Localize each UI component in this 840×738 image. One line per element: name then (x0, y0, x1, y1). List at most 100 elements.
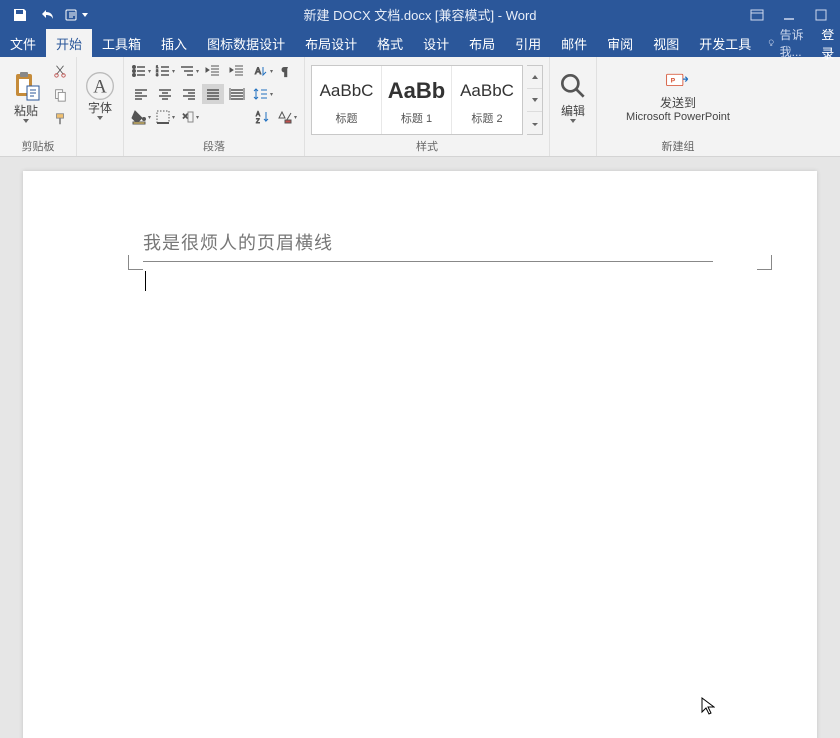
shading-button[interactable]: ▾ (130, 107, 152, 127)
tab-review[interactable]: 审阅 (597, 29, 643, 57)
svg-text:A: A (256, 112, 260, 118)
sort-button[interactable]: AZ (252, 107, 274, 127)
ribbon: 粘贴 剪贴板 A 字体 (0, 57, 840, 157)
editing-label: 编辑 (561, 102, 585, 119)
send-to-powerpoint-button[interactable]: P 发送到 Microsoft PowerPoint (603, 61, 753, 131)
page[interactable]: 我是很烦人的页眉横线 (23, 171, 817, 738)
style-item-heading1[interactable]: AaBb 标题 1 (382, 66, 452, 134)
show-marks-button[interactable]: ¶ (276, 61, 298, 81)
header-underline (143, 261, 713, 262)
group-newgroup: P 发送到 Microsoft PowerPoint 新建组 (597, 57, 759, 156)
multilevel-list-button[interactable]: ▾ (178, 61, 200, 81)
numbering-button[interactable]: 123▾ (154, 61, 176, 81)
minimize-button[interactable] (774, 3, 804, 27)
group-paragraph-label: 段落 (130, 138, 298, 154)
group-newgroup-label: 新建组 (603, 138, 753, 154)
group-paragraph: ▾ 123▾ ▾ ▾ ▾ ✕▾ (124, 57, 305, 156)
svg-text:Z: Z (256, 119, 260, 125)
maximize-button[interactable] (806, 3, 836, 27)
svg-text:¶: ¶ (282, 64, 288, 78)
svg-text:P: P (671, 77, 676, 84)
header-margin-mark-left (128, 255, 143, 270)
undo-button[interactable] (36, 3, 60, 27)
send-to-label2: Microsoft PowerPoint (626, 111, 730, 123)
text-cursor (145, 271, 146, 291)
line-spacing-button[interactable]: ▾ (252, 84, 274, 104)
clipboard-paste-icon (10, 70, 42, 102)
bullets-button[interactable]: ▾ (130, 61, 152, 81)
font-dialog-button[interactable]: A 字体 (83, 61, 117, 131)
tell-me-label: 告诉我... (780, 26, 808, 60)
tab-references[interactable]: 引用 (505, 29, 551, 57)
svg-text:A: A (93, 76, 107, 97)
font-label: 字体 (88, 99, 112, 116)
align-right-button[interactable] (178, 84, 200, 104)
snap-to-grid-button[interactable]: ✕▾ (178, 107, 200, 127)
ribbon-display-options-button[interactable] (742, 3, 772, 27)
tab-view[interactable]: 视图 (643, 29, 689, 57)
tab-layout-design[interactable]: 布局设计 (295, 29, 367, 57)
format-painter-button[interactable] (50, 109, 70, 129)
tab-toolbox[interactable]: 工具箱 (92, 29, 151, 57)
tab-design[interactable]: 设计 (413, 29, 459, 57)
align-center-button[interactable] (154, 84, 176, 104)
group-clipboard: 粘贴 剪贴板 (0, 57, 77, 156)
styles-gallery-scroll (527, 65, 543, 135)
group-styles-label: 样式 (311, 138, 543, 154)
distributed-button[interactable] (226, 84, 248, 104)
styles-scroll-up[interactable] (527, 66, 542, 89)
decrease-indent-button[interactable] (202, 61, 224, 81)
group-editing: 编辑 (550, 57, 597, 156)
text-direction-button[interactable]: A▾ (252, 61, 274, 81)
group-clipboard-label: 剪贴板 (6, 138, 70, 154)
cut-button[interactable] (50, 61, 70, 81)
lightbulb-icon (767, 36, 775, 50)
redo-touch-button[interactable] (64, 3, 88, 27)
header-text[interactable]: 我是很烦人的页眉横线 (143, 229, 757, 255)
ribbon-tabs: 文件 开始 工具箱 插入 图标数据设计 布局设计 格式 设计 布局 引用 邮件 … (0, 29, 840, 57)
paste-button[interactable]: 粘贴 (6, 61, 46, 131)
svg-text:3: 3 (156, 72, 159, 77)
editing-button[interactable]: 编辑 (556, 61, 590, 131)
font-a-icon: A (84, 73, 116, 99)
document-canvas[interactable]: 我是很烦人的页眉横线 (0, 157, 840, 738)
borders-button[interactable]: ▾ (154, 107, 176, 127)
tab-format[interactable]: 格式 (367, 29, 413, 57)
group-font: A 字体 (77, 57, 124, 156)
tab-developer[interactable]: 开发工具 (689, 29, 761, 57)
powerpoint-send-icon: P (665, 70, 691, 92)
group-styles: AaBbC 标题 AaBb 标题 1 AaBbC 标题 2 样式 (305, 57, 550, 156)
scissors-icon (53, 64, 67, 78)
header-margin-mark-right (757, 255, 772, 270)
tab-mailings[interactable]: 邮件 (551, 29, 597, 57)
style-item-title[interactable]: AaBbC 标题 (312, 66, 382, 134)
increase-indent-button[interactable] (226, 61, 248, 81)
tab-home[interactable]: 开始 (46, 29, 92, 57)
svg-text:A: A (255, 66, 261, 76)
styles-expand[interactable] (527, 112, 542, 134)
tab-insert[interactable]: 插入 (151, 29, 197, 57)
window-controls (742, 3, 840, 27)
title-bar: 新建 DOCX 文档.docx [兼容模式] - Word (0, 0, 840, 29)
paste-label: 粘贴 (14, 102, 38, 119)
styles-scroll-down[interactable] (527, 89, 542, 112)
page-header[interactable]: 我是很烦人的页眉横线 (143, 229, 757, 262)
paintbrush-icon (53, 112, 67, 126)
send-to-label1: 发送到 (660, 94, 696, 111)
tab-chart-design[interactable]: 图标数据设计 (197, 29, 295, 57)
tab-layout[interactable]: 布局 (459, 29, 505, 57)
style-item-heading2[interactable]: AaBbC 标题 2 (452, 66, 522, 134)
justify-button[interactable] (202, 84, 224, 104)
find-icon (557, 70, 589, 102)
quick-access-toolbar (0, 3, 88, 27)
window-title: 新建 DOCX 文档.docx [兼容模式] - Word (303, 5, 536, 24)
tab-file[interactable]: 文件 (0, 29, 46, 57)
copy-icon (53, 88, 67, 102)
login-button[interactable]: 登录 (813, 29, 840, 57)
asian-layout-button[interactable]: ▾ (276, 107, 298, 127)
copy-button[interactable] (50, 85, 70, 105)
align-left-button[interactable] (130, 84, 152, 104)
tell-me-search[interactable]: 告诉我... (761, 29, 813, 57)
styles-gallery: AaBbC 标题 AaBb 标题 1 AaBbC 标题 2 (311, 65, 523, 135)
save-button[interactable] (8, 3, 32, 27)
